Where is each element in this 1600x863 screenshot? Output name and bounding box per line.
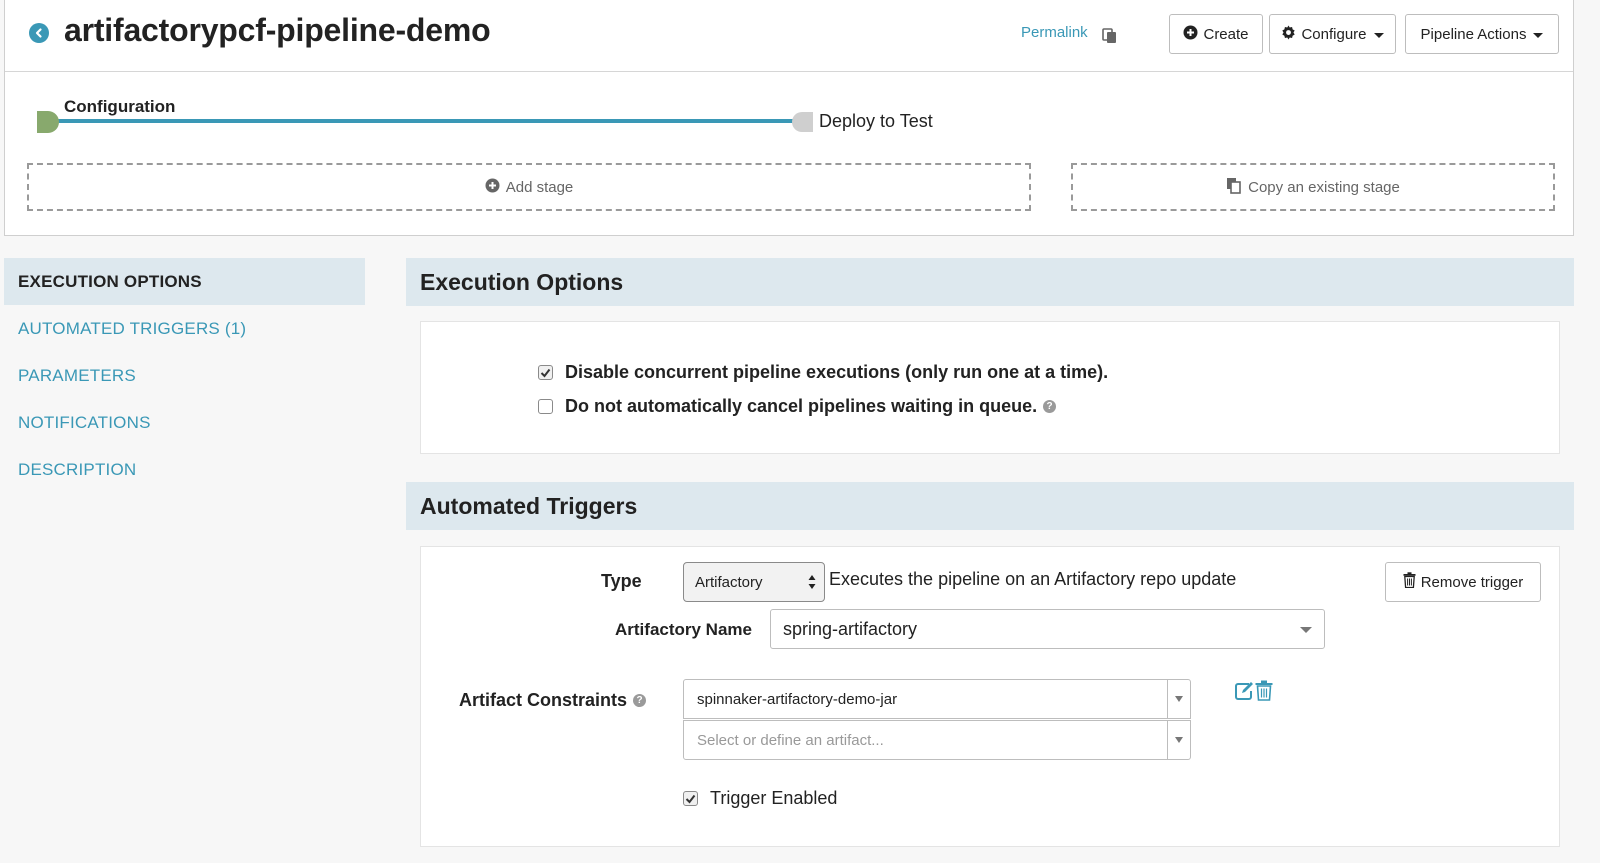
- remove-trigger-label: Remove trigger: [1420, 573, 1524, 591]
- artifact-constraints-label-group: Artifact Constraints ?: [459, 690, 647, 711]
- nav-item-automated-triggers[interactable]: AUTOMATED TRIGGERS (1): [4, 305, 365, 352]
- config-sidebar-nav: EXECUTION OPTIONS AUTOMATED TRIGGERS (1)…: [4, 258, 365, 493]
- execution-options-panel: [420, 321, 1560, 454]
- nav-item-execution-options[interactable]: EXECUTION OPTIONS: [4, 258, 365, 305]
- trigger-type-select[interactable]: Artifactory: [683, 562, 825, 602]
- nav-item-description[interactable]: DESCRIPTION: [4, 446, 365, 493]
- copy-icon: [1226, 177, 1242, 198]
- stage-node-deploy-to-test[interactable]: [792, 112, 813, 132]
- copy-clipboard-icon[interactable]: [1102, 26, 1118, 44]
- artifact-placeholder: Select or define an artifact...: [697, 731, 884, 749]
- disable-concurrent-option: Disable concurrent pipeline executions (…: [538, 362, 1108, 383]
- type-label: Type: [601, 571, 642, 591]
- chevron-down-icon: [1175, 737, 1183, 743]
- gear-icon: [1281, 24, 1296, 44]
- copy-stage-label: Copy an existing stage: [1248, 178, 1400, 196]
- delete-artifact-icon[interactable]: [1255, 680, 1273, 701]
- page-title: artifactorypcf-pipeline-demo: [64, 12, 491, 48]
- edit-icon[interactable]: [1234, 681, 1254, 701]
- no-auto-cancel-label: Do not automatically cancel pipelines wa…: [565, 396, 1038, 416]
- trigger-type-description: Executes the pipeline on an Artifactory …: [829, 569, 1237, 589]
- artifactory-name-value: spring-artifactory: [783, 618, 918, 639]
- plus-circle-icon: [1183, 25, 1198, 44]
- help-icon[interactable]: ?: [633, 694, 647, 707]
- title-bar: artifactorypcf-pipeline-demo Permalink C…: [5, 0, 1573, 72]
- trigger-enabled-option: Trigger Enabled: [683, 788, 837, 809]
- stage-label-deploy-to-test[interactable]: Deploy to Test: [819, 111, 933, 132]
- nav-item-parameters[interactable]: PARAMETERS: [4, 352, 365, 399]
- chevron-down-icon: [1533, 32, 1544, 38]
- artifact-constraint-select[interactable]: spinnaker-artifactory-demo-jar: [683, 679, 1191, 719]
- chevron-down-icon: [1373, 32, 1384, 38]
- create-label: Create: [1203, 25, 1249, 43]
- artifact-define-select[interactable]: Select or define an artifact...: [683, 720, 1191, 760]
- disable-concurrent-checkbox[interactable]: [538, 365, 553, 380]
- artifactory-name-select[interactable]: spring-artifactory: [770, 609, 1325, 649]
- artifactory-name-label: Artifactory Name: [615, 620, 752, 639]
- pipeline-actions-label: Pipeline Actions: [1420, 25, 1527, 43]
- automated-triggers-heading: Automated Triggers: [406, 482, 1574, 530]
- chevron-down-icon: [1175, 696, 1183, 702]
- back-arrow-icon[interactable]: [29, 23, 49, 43]
- help-icon[interactable]: ?: [1043, 400, 1057, 413]
- trigger-enabled-label: Trigger Enabled: [710, 788, 838, 808]
- pipeline-header-card: artifactorypcf-pipeline-demo Permalink C…: [4, 0, 1574, 236]
- configure-dropdown-button[interactable]: Configure: [1269, 14, 1396, 54]
- stage-node-configuration[interactable]: [37, 111, 59, 133]
- artifact-constraints-label: Artifact Constraints: [459, 690, 628, 710]
- trigger-type-value: Artifactory: [695, 573, 763, 591]
- no-auto-cancel-option: Do not automatically cancel pipelines wa…: [538, 396, 1057, 417]
- add-stage-button[interactable]: Add stage: [27, 163, 1031, 211]
- trigger-enabled-checkbox[interactable]: [683, 791, 698, 806]
- remove-trigger-button[interactable]: Remove trigger: [1385, 562, 1541, 602]
- add-stage-label: Add stage: [505, 178, 574, 196]
- artifact-constraint-value: spinnaker-artifactory-demo-jar: [697, 690, 898, 708]
- select-divider: [1167, 680, 1168, 718]
- pipeline-actions-dropdown-button[interactable]: Pipeline Actions: [1405, 14, 1559, 54]
- configure-label: Configure: [1301, 25, 1367, 43]
- nav-item-notifications[interactable]: NOTIFICATIONS: [4, 399, 365, 446]
- plus-circle-icon: [485, 178, 500, 197]
- no-auto-cancel-checkbox[interactable]: [538, 399, 553, 414]
- create-button[interactable]: Create: [1169, 14, 1263, 54]
- stage-label-configuration[interactable]: Configuration: [64, 97, 175, 117]
- disable-concurrent-label: Disable concurrent pipeline executions (…: [565, 362, 1109, 382]
- copy-existing-stage-button[interactable]: Copy an existing stage: [1071, 163, 1555, 211]
- stage-connector: [55, 119, 800, 123]
- permalink-link[interactable]: Permalink: [1021, 24, 1088, 41]
- trash-icon: [1403, 572, 1416, 592]
- select-arrows-icon: [808, 575, 816, 589]
- chevron-down-icon: [1300, 627, 1312, 633]
- select-divider: [1167, 721, 1168, 759]
- execution-options-heading: Execution Options: [406, 258, 1574, 306]
